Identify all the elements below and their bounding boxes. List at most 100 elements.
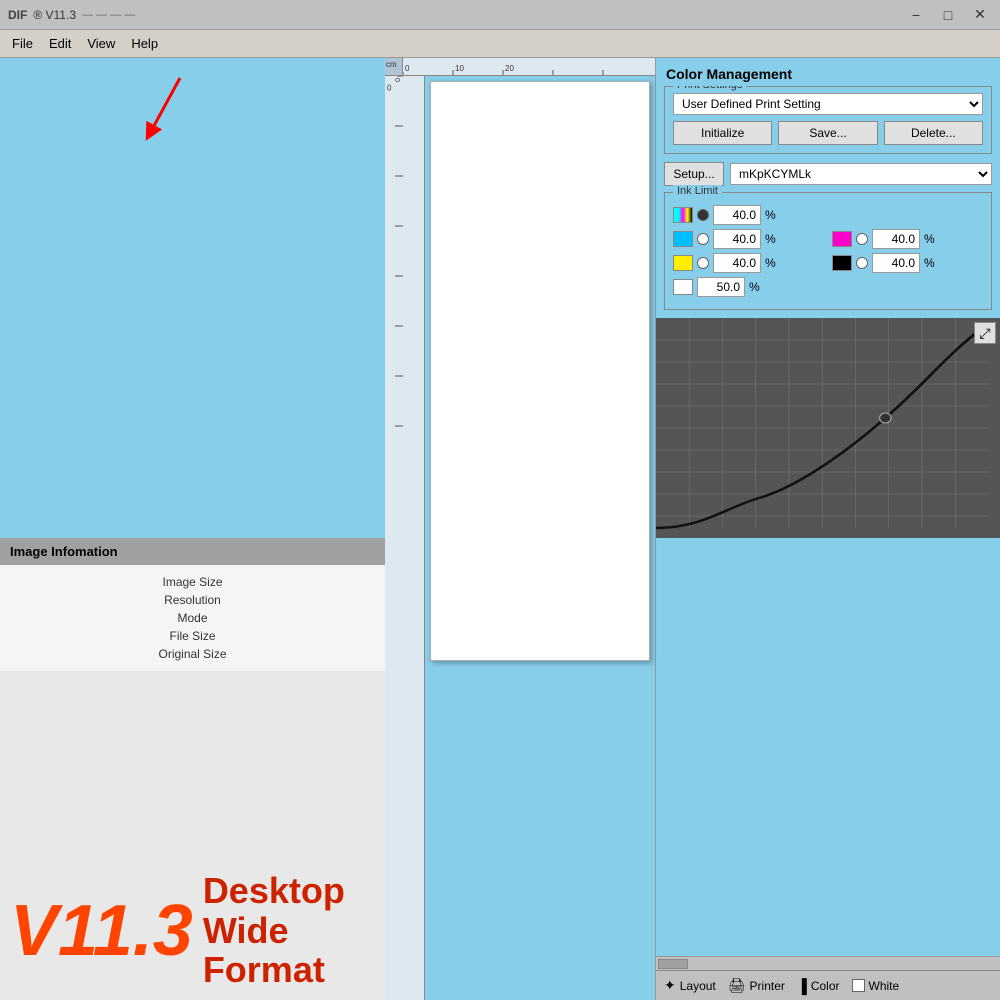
svg-text:0: 0: [387, 84, 392, 93]
layout-icon: ✦: [664, 977, 676, 994]
ink-cell-cyan: %: [673, 229, 824, 249]
yellow-percent: %: [765, 256, 776, 270]
tab-color-label: Color: [811, 979, 840, 993]
print-settings-dropdown-row: User Defined Print Setting: [673, 93, 983, 115]
bottom-tabs: ✦ Layout 🖨 Printer ▐ Color White: [656, 970, 1000, 1000]
channel-dropdown[interactable]: mKpKCYMLk: [730, 163, 992, 185]
magenta-percent: %: [924, 232, 935, 246]
tab-color[interactable]: ▐ Color: [797, 978, 840, 994]
setup-row: Setup... mKpKCYMLk: [664, 162, 992, 186]
info-original-size: Original Size: [0, 645, 385, 663]
curve-reset-button[interactable]: ⤢: [974, 322, 996, 344]
canvas-area: [425, 76, 655, 1000]
ruler-canvas-row: 0 0 10 20 30 40 50 60: [385, 76, 655, 1000]
cmyk-value-input[interactable]: 40.0: [713, 205, 761, 225]
left-panel: Image Infomation Image Size Resolution M…: [0, 58, 385, 1000]
cyan-radio[interactable]: [697, 233, 709, 245]
cyan-percent: %: [765, 232, 776, 246]
setup-button[interactable]: Setup...: [664, 162, 724, 186]
version-overlay: V11.3 Desktop Wide Format: [10, 871, 385, 990]
info-image-size: Image Size: [0, 573, 385, 591]
printer-icon: 🖨: [728, 977, 746, 994]
menu-view[interactable]: View: [79, 33, 123, 54]
tab-layout[interactable]: ✦ Layout: [664, 977, 716, 994]
ink-cell-magenta: %: [832, 229, 983, 249]
scroll-thumb[interactable]: [658, 959, 688, 969]
curve-svg: [656, 318, 1000, 538]
app-icon: DIF: [8, 8, 27, 22]
tab-printer[interactable]: 🖨 Printer: [728, 977, 785, 994]
cmyk-swatch: [673, 207, 693, 223]
menu-edit[interactable]: Edit: [41, 33, 79, 54]
save-button[interactable]: Save...: [778, 121, 877, 145]
black-percent: %: [924, 256, 935, 270]
print-settings-dropdown[interactable]: User Defined Print Setting: [673, 93, 983, 115]
h-ruler-marks: 0 10 20: [403, 58, 655, 76]
print-settings-group: Print Settings User Defined Print Settin…: [664, 86, 992, 154]
black-swatch: [832, 255, 852, 271]
ruler-corner: cm: [385, 58, 403, 76]
initialize-button[interactable]: Initialize: [673, 121, 772, 145]
curve-graph: ⤢: [656, 318, 1000, 538]
svg-text:10: 10: [455, 64, 464, 73]
ink-limit-group: Ink Limit 40.0 % %: [664, 192, 992, 310]
cyan-value-input[interactable]: [713, 229, 761, 249]
print-settings-title: Print Settings: [673, 86, 746, 91]
title-bar-controls: − □ ✕: [904, 5, 992, 25]
black-radio[interactable]: [856, 257, 868, 269]
delete-button[interactable]: Delete...: [884, 121, 983, 145]
ink-row-yellow-black: % %: [673, 253, 983, 273]
ink-cell-yellow: %: [673, 253, 824, 273]
info-resolution: Resolution: [0, 591, 385, 609]
curve-reset-icon: ⤢: [979, 325, 990, 342]
white-percent: %: [749, 280, 760, 294]
menu-file[interactable]: File: [4, 33, 41, 54]
version-area: V11.3 Desktop Wide Format: [0, 671, 385, 1000]
color-icon: ▐: [797, 978, 807, 994]
magenta-radio[interactable]: [856, 233, 868, 245]
version-tagline: Desktop Wide Format: [203, 871, 385, 990]
annotation-arrow: [120, 68, 200, 148]
white-value-input[interactable]: [697, 277, 745, 297]
magenta-value-input[interactable]: [872, 229, 920, 249]
tab-white[interactable]: White: [852, 979, 900, 993]
app-subtitle: — — — —: [82, 9, 135, 21]
close-button[interactable]: ✕: [968, 5, 992, 25]
h-ruler: 0 10 20: [403, 58, 655, 76]
horizontal-scrollbar[interactable]: [656, 956, 1000, 970]
info-mode: Mode: [0, 609, 385, 627]
ink-limit-title: Ink Limit: [673, 185, 722, 197]
minimize-button[interactable]: −: [904, 5, 928, 25]
tab-printer-label: Printer: [750, 979, 785, 993]
ink-row-white: %: [673, 277, 983, 297]
image-info-header: Image Infomation: [0, 538, 385, 565]
ruler-unit-label: cm: [385, 58, 402, 71]
white-checkbox[interactable]: [852, 979, 865, 992]
menu-help[interactable]: Help: [123, 33, 166, 54]
maximize-button[interactable]: □: [936, 5, 960, 25]
version-number: V11.3: [10, 895, 193, 967]
panel-title: Color Management: [656, 58, 1000, 86]
print-canvas: [430, 81, 650, 661]
ink-row-cmyk: 40.0 %: [673, 205, 983, 225]
center-panel: cm 0 10 20 0: [385, 58, 655, 1000]
tab-layout-label: Layout: [680, 979, 716, 993]
svg-text:0: 0: [405, 64, 410, 73]
ink-row-cyan-magenta: % %: [673, 229, 983, 249]
title-bar: DIF ® V11.3 — — — — − □ ✕: [0, 0, 1000, 30]
cmyk-percent: %: [765, 208, 776, 222]
v-ruler-marks: 0 0 10 20 30 40 50 60: [385, 76, 403, 1000]
ink-cell-black: %: [832, 253, 983, 273]
cmyk-radio[interactable]: [697, 209, 709, 221]
panel-scroll[interactable]: Print Settings User Defined Print Settin…: [656, 86, 1000, 956]
yellow-value-input[interactable]: [713, 253, 761, 273]
black-value-input[interactable]: [872, 253, 920, 273]
magenta-swatch: [832, 231, 852, 247]
white-swatch: [673, 279, 693, 295]
yellow-swatch: [673, 255, 693, 271]
menu-bar: File Edit View Help: [0, 30, 1000, 58]
cyan-swatch: [673, 231, 693, 247]
yellow-radio[interactable]: [697, 257, 709, 269]
svg-text:0: 0: [393, 78, 400, 82]
app-title: ® V11.3: [33, 8, 76, 22]
